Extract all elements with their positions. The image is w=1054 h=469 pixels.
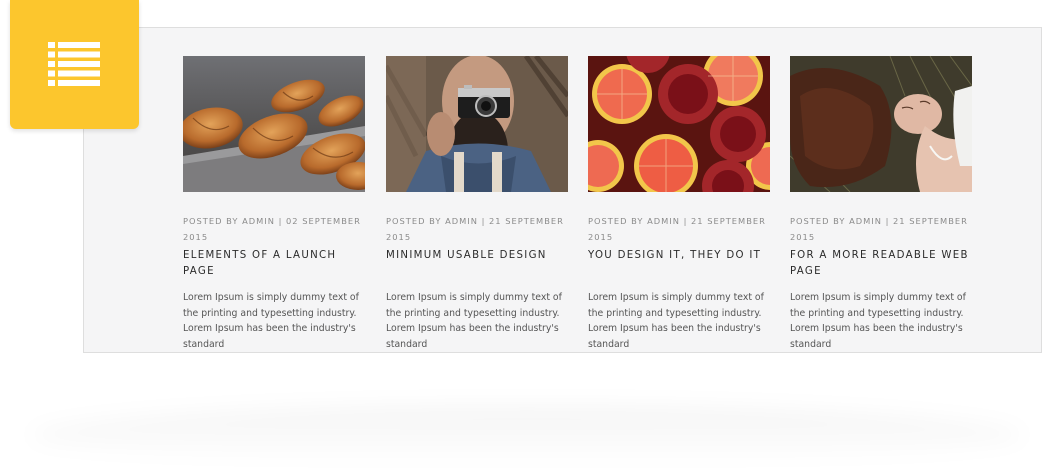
post-title[interactable]: For a more readable web page	[790, 248, 972, 280]
post-excerpt: Lorem Ipsum is simply dummy text of the …	[183, 292, 359, 350]
post-meta: Posted by admin | 21 september 2015	[588, 216, 766, 242]
post-card[interactable]: Posted by admin | 02 september 2015 Elem…	[183, 56, 365, 280]
post-thumbnail-grapefruit-and-pomegranates[interactable]	[588, 56, 770, 192]
post-title[interactable]: Minimum usable design	[386, 248, 568, 264]
post-thumbnail-croissants[interactable]	[183, 56, 365, 192]
post-meta: Posted by admin | 02 september 2015	[183, 216, 361, 242]
post-thumbnail-man-with-camera[interactable]	[386, 56, 568, 192]
panel-shadow	[30, 405, 1024, 465]
post-title[interactable]: You design it, they do it	[588, 248, 770, 264]
post-title[interactable]: Elements of a launch page	[183, 248, 365, 280]
post-card[interactable]: Posted by admin | 21 september 2015 You …	[588, 56, 770, 264]
post-meta: Posted by admin | 21 september 2015	[790, 216, 968, 242]
post-thumbnail-woman-lying-in-grass[interactable]	[790, 56, 972, 192]
post-card[interactable]: Posted by admin | 21 september 2015 For …	[790, 56, 972, 280]
post-excerpt: Lorem Ipsum is simply dummy text of the …	[588, 292, 764, 350]
post-excerpt: Lorem Ipsum is simply dummy text of the …	[386, 292, 562, 350]
list-view-badge[interactable]	[10, 0, 139, 129]
list-icon	[48, 42, 100, 86]
post-excerpt: Lorem Ipsum is simply dummy text of the …	[790, 292, 966, 350]
post-card[interactable]: Posted by admin | 21 september 2015 Mini…	[386, 56, 568, 264]
post-meta: Posted by admin | 21 september 2015	[386, 216, 564, 242]
